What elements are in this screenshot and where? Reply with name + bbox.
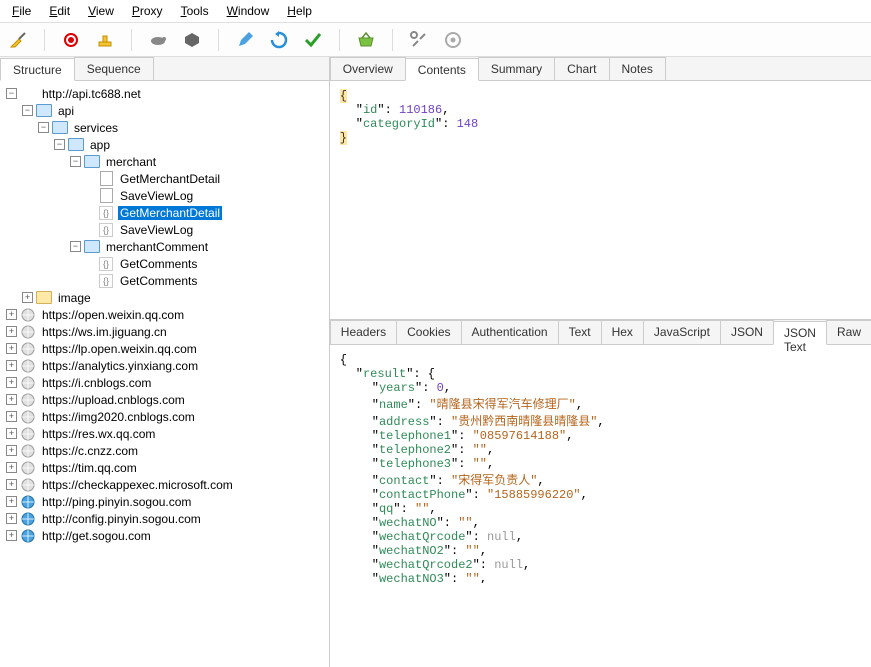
throttle-icon[interactable]: [95, 30, 115, 50]
tab-contents[interactable]: Contents: [405, 58, 479, 81]
json-icon: [98, 257, 114, 271]
tab-auth[interactable]: Authentication: [461, 320, 559, 344]
globe-icon: [20, 427, 36, 441]
tree-host-root[interactable]: −http://api.tc688.net: [2, 85, 327, 102]
folder-icon: [36, 104, 52, 118]
response-body-view[interactable]: { "result": { "years": 0, "name": "晴隆县宋得…: [330, 345, 871, 583]
broom-icon[interactable]: [8, 30, 28, 50]
tree-folder-mcomment[interactable]: −merchantComment: [2, 238, 327, 255]
tree-host[interactable]: +https://ws.im.jiguang.cn: [2, 323, 327, 340]
turtle-icon[interactable]: [148, 30, 168, 50]
left-pane: Structure Sequence −http://api.tc688.net…: [0, 57, 330, 667]
tree-host[interactable]: +https://res.wx.qq.com: [2, 425, 327, 442]
globe-icon: [20, 495, 36, 509]
tree-host[interactable]: +http://get.sogou.com: [2, 527, 327, 544]
response-tabs: Headers Cookies Authentication Text Hex …: [330, 319, 871, 345]
tree-host[interactable]: +http://config.pinyin.sogou.com: [2, 510, 327, 527]
tree-host[interactable]: +https://upload.cnblogs.com: [2, 391, 327, 408]
menu-window[interactable]: Window: [219, 2, 278, 20]
globe-icon: [20, 393, 36, 407]
globe-icon: [20, 376, 36, 390]
menu-file[interactable]: File: [4, 2, 39, 20]
tab-sequence[interactable]: Sequence: [74, 57, 154, 80]
tab-notes[interactable]: Notes: [609, 57, 666, 80]
tab-hex[interactable]: Hex: [601, 320, 644, 344]
folder-icon: [68, 138, 84, 152]
tree-host[interactable]: +https://analytics.yinxiang.com: [2, 357, 327, 374]
tab-chart[interactable]: Chart: [554, 57, 609, 80]
tab-javascript[interactable]: JavaScript: [643, 320, 721, 344]
menu-view[interactable]: View: [80, 2, 122, 20]
folder-icon: [36, 291, 52, 305]
menu-tools[interactable]: Tools: [173, 2, 217, 20]
tree-item-svl2[interactable]: SaveViewLog: [2, 221, 327, 238]
tools-icon[interactable]: [409, 30, 429, 50]
globe-icon: [20, 461, 36, 475]
globe-icon: [20, 512, 36, 526]
tab-cookies[interactable]: Cookies: [396, 320, 461, 344]
tree-host[interactable]: +https://img2020.cnblogs.com: [2, 408, 327, 425]
globe-icon: [20, 410, 36, 424]
menu-proxy[interactable]: Proxy: [124, 2, 171, 20]
tree-item-gc1[interactable]: GetComments: [2, 255, 327, 272]
validate-icon[interactable]: [303, 30, 323, 50]
tree-host[interactable]: +https://checkappexec.microsoft.com: [2, 476, 327, 493]
tree-folder-api[interactable]: −api: [2, 102, 327, 119]
tree-folder-image[interactable]: +image: [2, 289, 327, 306]
tree-item-gm2[interactable]: GetMerchantDetail: [2, 204, 327, 221]
tab-jsontext[interactable]: JSON Text: [773, 321, 827, 345]
globe-icon: [20, 359, 36, 373]
tab-text[interactable]: Text: [558, 320, 602, 344]
tree-item-gc2[interactable]: GetComments: [2, 272, 327, 289]
tree[interactable]: −http://api.tc688.net −api −services −ap…: [0, 81, 329, 667]
tree-host[interactable]: +https://i.cnblogs.com: [2, 374, 327, 391]
edit-icon[interactable]: [235, 30, 255, 50]
json-icon: [98, 223, 114, 237]
menubar: File Edit View Proxy Tools Window Help: [0, 0, 871, 23]
tab-summary[interactable]: Summary: [478, 57, 555, 80]
globe-icon: [20, 87, 36, 101]
tab-headers[interactable]: Headers: [330, 320, 397, 344]
globe-icon: [20, 444, 36, 458]
settings-icon[interactable]: [443, 30, 463, 50]
globe-icon: [20, 478, 36, 492]
globe-icon: [20, 342, 36, 356]
record-icon[interactable]: [61, 30, 81, 50]
globe-icon: [20, 529, 36, 543]
json-icon: [98, 206, 114, 220]
tree-folder-services[interactable]: −services: [2, 119, 327, 136]
tab-json[interactable]: JSON: [720, 320, 774, 344]
tree-item-gm1[interactable]: GetMerchantDetail: [2, 170, 327, 187]
toolbar: [0, 23, 871, 57]
right-top-tabs: Overview Contents Summary Chart Notes: [330, 57, 871, 81]
folder-icon: [52, 121, 68, 135]
breakpoint-icon[interactable]: [182, 30, 202, 50]
tree-host[interactable]: +https://open.weixin.qq.com: [2, 306, 327, 323]
tree-host[interactable]: +https://c.cnzz.com: [2, 442, 327, 459]
folder-icon: [84, 240, 100, 254]
menu-help[interactable]: Help: [279, 2, 320, 20]
globe-icon: [20, 325, 36, 339]
json-icon: [98, 274, 114, 288]
globe-icon: [20, 308, 36, 322]
tree-folder-app[interactable]: −app: [2, 136, 327, 153]
document-icon: [98, 189, 114, 203]
tree-host[interactable]: +https://lp.open.weixin.qq.com: [2, 340, 327, 357]
tree-item-svl1[interactable]: SaveViewLog: [2, 187, 327, 204]
basket-icon[interactable]: [356, 30, 376, 50]
right-pane: Overview Contents Summary Chart Notes { …: [330, 57, 871, 667]
document-icon: [98, 172, 114, 186]
menu-edit[interactable]: Edit: [41, 2, 78, 20]
tab-overview[interactable]: Overview: [330, 57, 406, 80]
request-body-view[interactable]: { "id": 110186, "categoryId": 148 }: [330, 81, 871, 319]
tab-structure[interactable]: Structure: [0, 58, 75, 81]
left-tabs: Structure Sequence: [0, 57, 329, 81]
tree-folder-merchant[interactable]: −merchant: [2, 153, 327, 170]
tab-raw[interactable]: Raw: [826, 320, 871, 344]
folder-icon: [84, 155, 100, 169]
repeat-icon[interactable]: [269, 30, 289, 50]
tree-host[interactable]: +http://ping.pinyin.sogou.com: [2, 493, 327, 510]
tree-host[interactable]: +https://tim.qq.com: [2, 459, 327, 476]
